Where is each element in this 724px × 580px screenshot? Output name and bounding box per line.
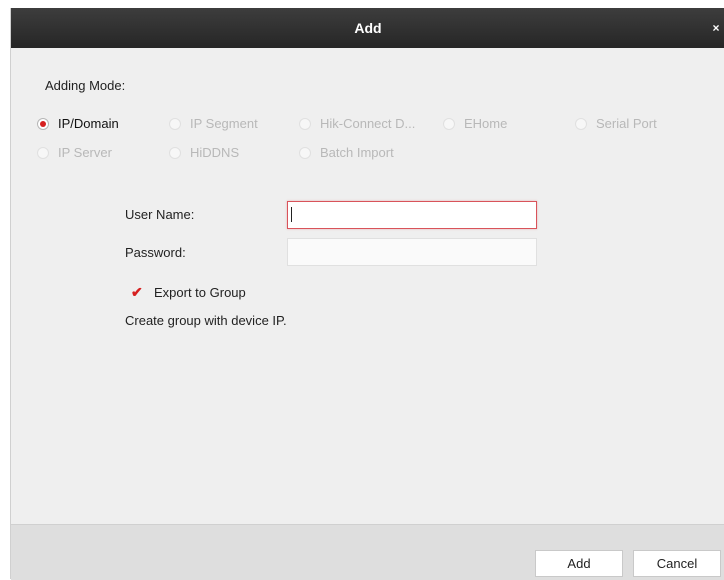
checkmark-icon: ✔ — [131, 284, 143, 300]
radio-ip-segment-label: IP Segment — [190, 116, 258, 131]
password-field[interactable] — [287, 238, 537, 266]
radio-ehome[interactable]: EHome — [443, 116, 507, 131]
text-caret — [291, 207, 292, 222]
radio-batch-import-label: Batch Import — [320, 145, 394, 160]
add-button[interactable]: Add — [535, 550, 623, 577]
radio-unselected-icon — [443, 117, 455, 130]
radio-unselected-icon — [299, 117, 311, 130]
radio-unselected-icon — [169, 117, 181, 130]
radio-batch-import[interactable]: Batch Import — [299, 145, 394, 160]
radio-unselected-icon — [169, 146, 181, 159]
radio-serial-port[interactable]: Serial Port — [575, 116, 657, 131]
radio-selected-icon — [37, 117, 49, 130]
radio-unselected-icon — [575, 117, 587, 130]
username-field[interactable] — [287, 201, 537, 229]
radio-ehome-label: EHome — [464, 116, 508, 131]
radio-ip-domain-label: IP/Domain — [58, 116, 119, 131]
export-to-group-label: Export to Group — [154, 285, 246, 300]
dialog-body: Adding Mode: IP/Domain IP Segment Hik-Co… — [11, 48, 724, 531]
radio-ip-segment[interactable]: IP Segment — [169, 116, 258, 131]
username-label: User Name: — [125, 207, 195, 222]
username-field-wrapper — [287, 201, 537, 229]
adding-mode-label: Adding Mode: — [45, 78, 126, 93]
group-hint-text: Create group with device IP. — [125, 313, 287, 328]
radio-hiddns-label: HiDDNS — [190, 145, 240, 160]
radio-ip-domain[interactable]: IP/Domain — [37, 116, 119, 131]
export-to-group-checkbox[interactable]: ✔ Export to Group — [131, 284, 246, 301]
radio-unselected-icon — [299, 146, 311, 159]
radio-ip-server-label: IP Server — [58, 145, 112, 160]
radio-hiddns[interactable]: HiDDNS — [169, 145, 239, 160]
radio-serial-port-label: Serial Port — [596, 116, 657, 131]
cancel-button[interactable]: Cancel — [633, 550, 721, 577]
radio-hik-connect-label: Hik-Connect D... — [320, 116, 416, 131]
close-icon[interactable]: × — [709, 8, 723, 48]
radio-hik-connect[interactable]: Hik-Connect D... — [299, 116, 415, 131]
dialog-title: Add — [354, 20, 382, 36]
title-bar[interactable]: Add × — [11, 8, 724, 48]
radio-ip-server[interactable]: IP Server — [37, 145, 112, 160]
password-label: Password: — [125, 245, 186, 260]
add-device-dialog: Add × Adding Mode: IP/Domain IP Segment … — [10, 8, 724, 580]
radio-unselected-icon — [37, 146, 49, 159]
dialog-footer: Add Cancel — [11, 524, 724, 580]
